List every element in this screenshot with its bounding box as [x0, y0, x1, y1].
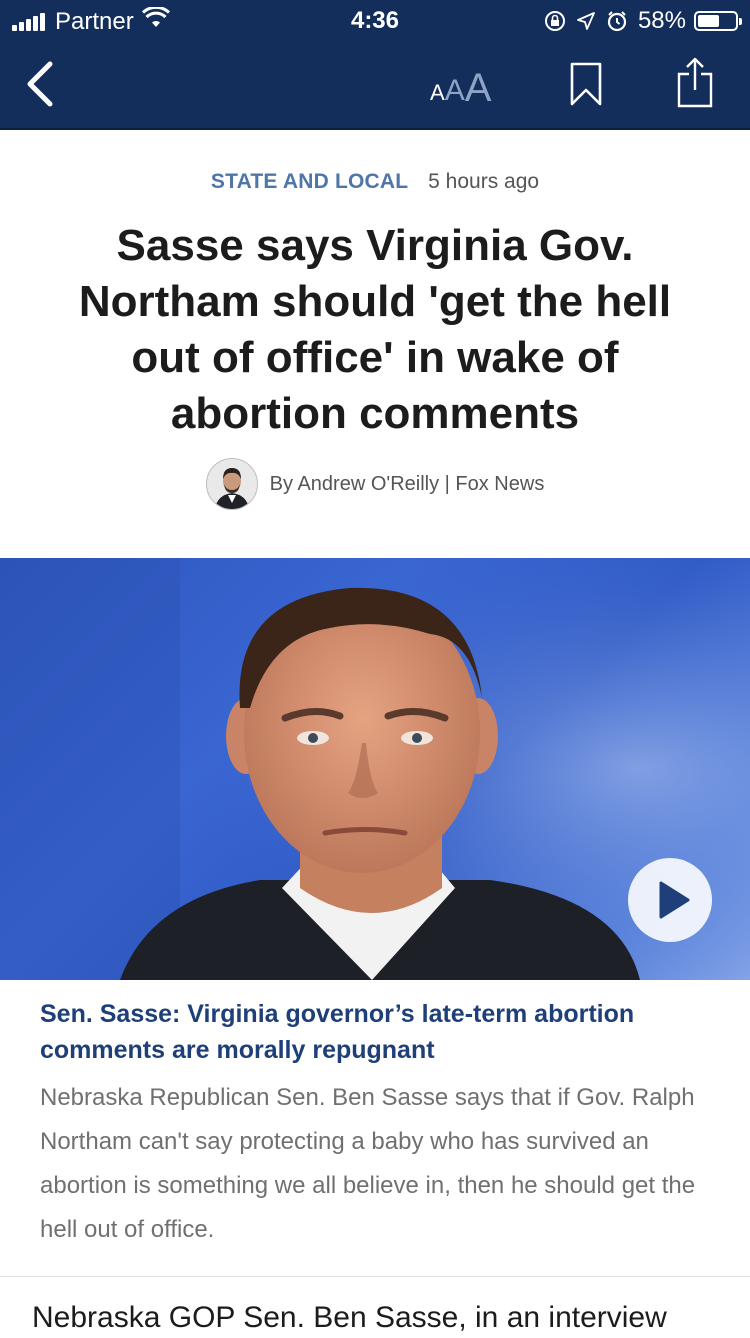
author-byline[interactable]: By Andrew O'Reilly | Fox News — [270, 473, 545, 496]
status-right: 58% — [544, 7, 742, 35]
back-button[interactable] — [22, 60, 62, 108]
text-size-medium-label: A — [444, 74, 465, 107]
navigation-bar: A A A — [0, 40, 750, 130]
play-icon — [659, 881, 690, 919]
orientation-lock-icon — [544, 10, 566, 32]
author-avatar[interactable] — [205, 458, 258, 510]
battery-icon — [694, 11, 742, 31]
back-chevron-icon — [27, 61, 53, 107]
battery-percent: 58% — [637, 7, 686, 34]
text-size-button[interactable]: A A A — [430, 62, 491, 112]
alarm-icon — [606, 10, 628, 32]
share-button[interactable] — [676, 56, 714, 110]
video-caption-text: Nebraska Republican Sen. Ben Sasse says … — [40, 1084, 696, 1243]
location-icon — [576, 11, 596, 31]
play-button[interactable] — [628, 858, 712, 942]
article-headline: Sasse says Virginia Gov. Northam should … — [78, 221, 672, 438]
category-link[interactable]: STATE AND LOCAL — [211, 170, 408, 193]
share-icon — [677, 57, 713, 108]
video-caption-title[interactable]: Sen. Sasse: Virginia governor’s late-ter… — [40, 996, 720, 1068]
status-bar: Partner 4:36 58% — [0, 0, 750, 40]
text-size-small-label: A — [430, 80, 445, 105]
bookmark-icon — [570, 62, 602, 106]
article-body-text: Nebraska GOP Sen. Ben Sasse, in an inter… — [32, 1301, 667, 1334]
article-meta: STATE AND LOCAL 5 hours ago — [0, 170, 750, 194]
divider — [0, 1276, 750, 1277]
text-size-large-label: A — [464, 66, 492, 110]
byline: By Andrew O'Reilly | Fox News — [0, 458, 750, 510]
bookmark-button[interactable] — [568, 60, 604, 108]
time-ago: 5 hours ago — [428, 170, 540, 193]
